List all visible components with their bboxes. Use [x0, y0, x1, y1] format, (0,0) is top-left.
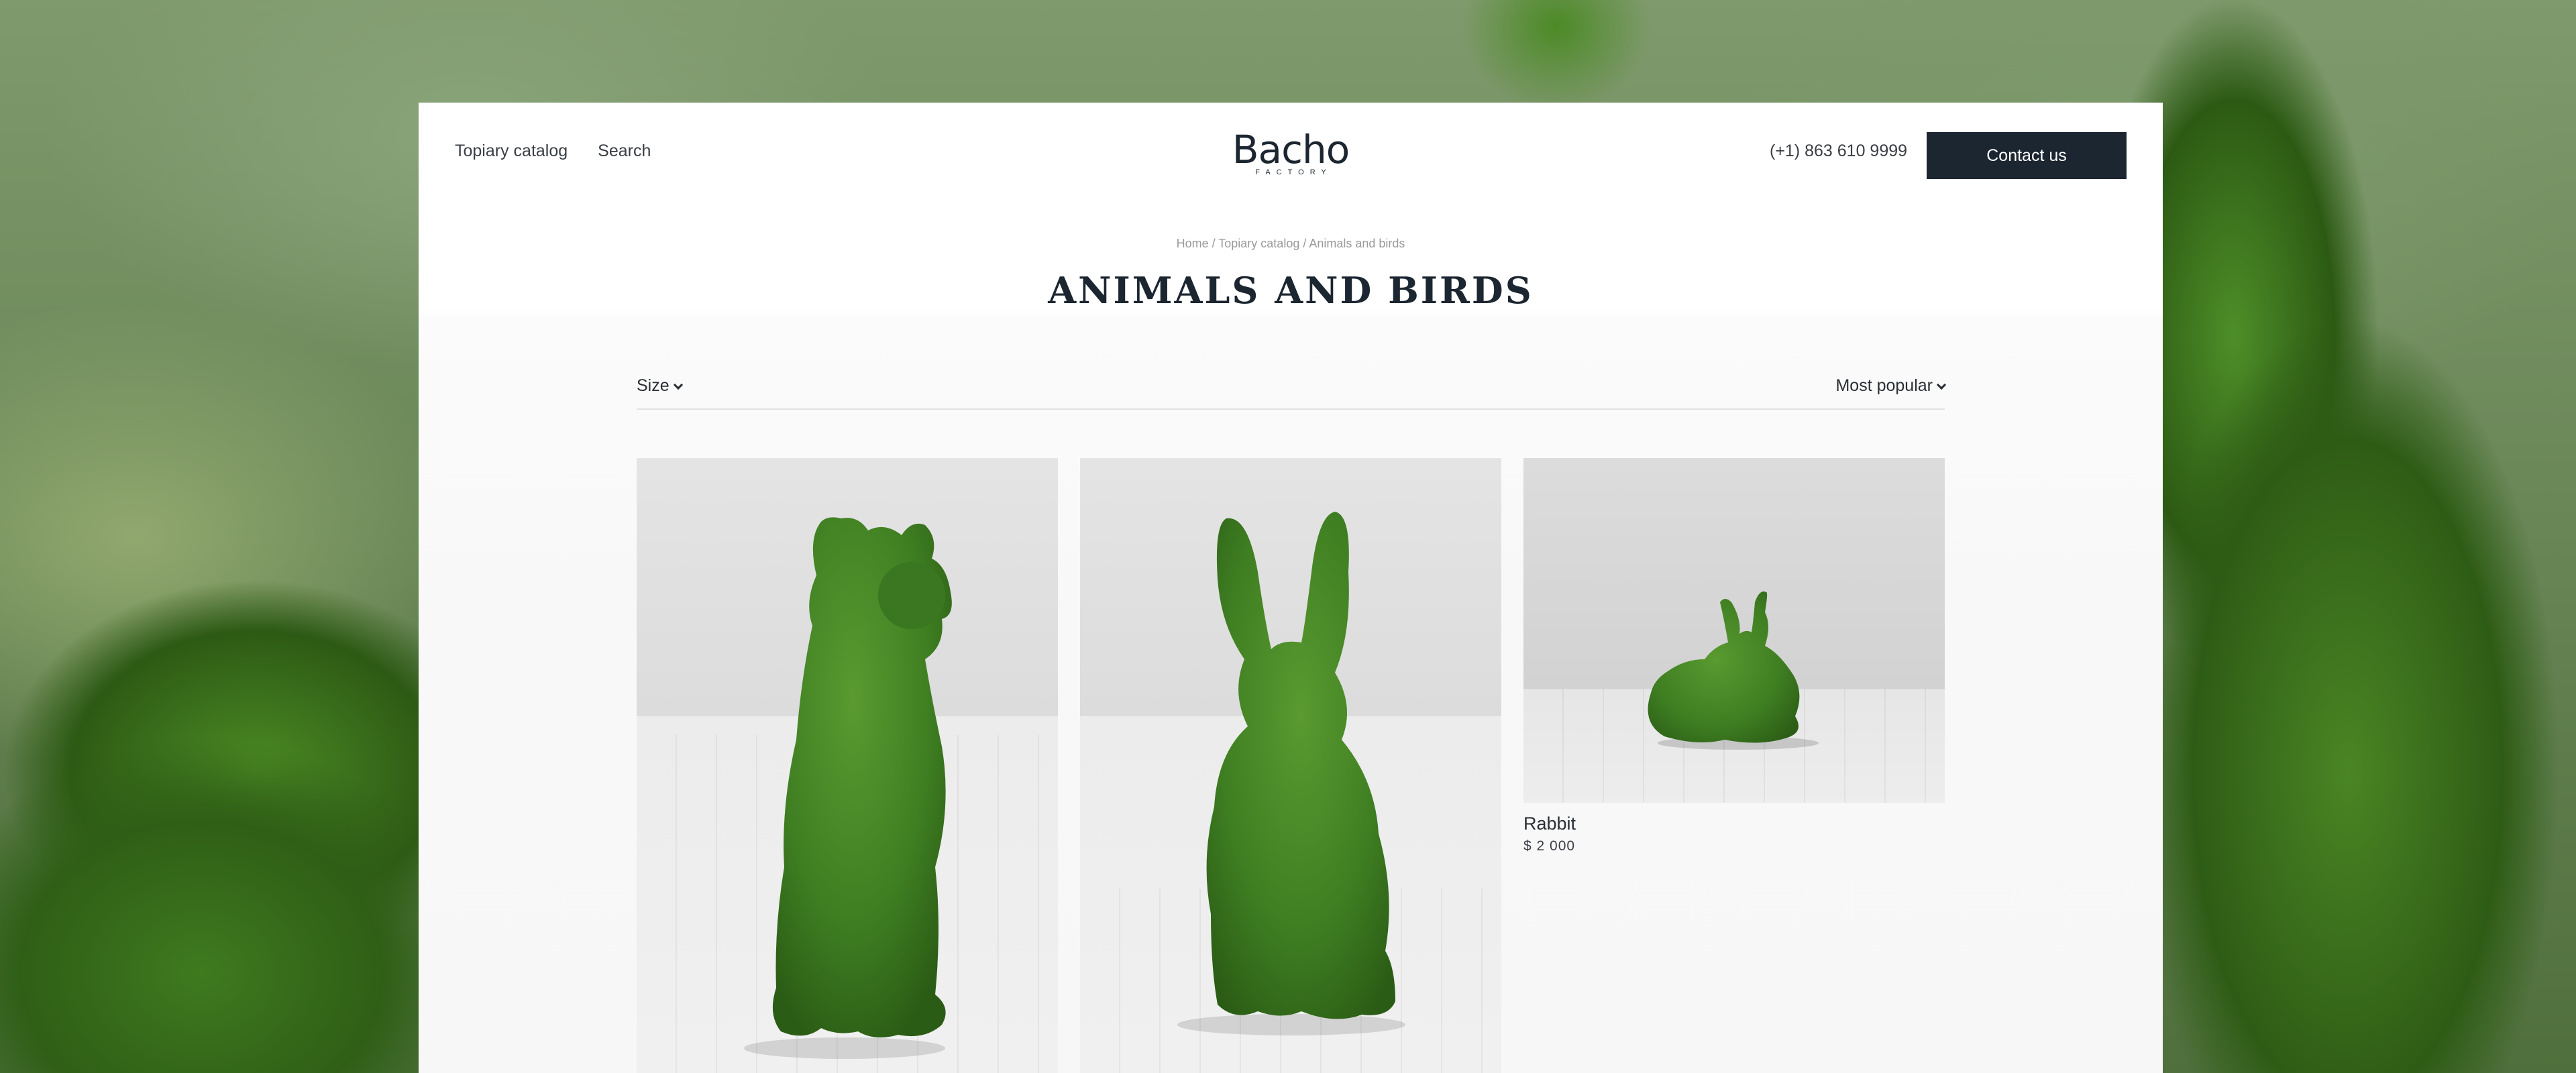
site-header: Topiary catalog Search Bacho FACTORY (+1…	[419, 103, 2163, 210]
contact-us-button[interactable]: Contact us	[1927, 132, 2127, 179]
filter-bar: Size Most popular	[637, 376, 1947, 410]
product-price: $ 2 000	[1523, 838, 1576, 854]
sort-label: Most popular	[1835, 376, 1933, 395]
breadcrumb[interactable]: Home / Topiary catalog / Animals and bir…	[419, 237, 2163, 251]
product-image[interactable]	[1080, 458, 1501, 1073]
size-filter-dropdown[interactable]: Size	[637, 376, 683, 396]
product-card-rabbit[interactable]: Rabbit $ 2 000	[1523, 458, 1945, 854]
logo-name: Bacho	[1232, 127, 1350, 172]
product-name[interactable]: Rabbit	[1523, 813, 1945, 834]
product-grid: Rabbit $ 2 000	[637, 458, 1945, 1073]
chevron-down-icon	[1936, 380, 1947, 390]
product-card-rabbit-upright[interactable]	[1080, 458, 1501, 1073]
size-filter-label: Size	[637, 376, 669, 395]
topiary-rabbit-upright-image	[1177, 512, 1405, 1035]
chevron-down-icon	[673, 380, 683, 390]
main-nav: Topiary catalog Search	[455, 142, 651, 161]
product-card-dog[interactable]	[637, 458, 1058, 1073]
nav-search[interactable]: Search	[598, 142, 651, 161]
topiary-rabbit-lying-image	[1648, 591, 1819, 750]
logo[interactable]: Bacho FACTORY	[1230, 129, 1351, 176]
nav-topiary-catalog[interactable]: Topiary catalog	[455, 142, 568, 161]
phone-number[interactable]: (+1) 863 610 9999	[1770, 142, 1907, 161]
sort-dropdown[interactable]: Most popular	[1835, 376, 1947, 396]
page-card: Topiary catalog Search Bacho FACTORY (+1…	[419, 103, 2163, 1073]
product-image[interactable]	[1523, 458, 1945, 803]
topiary-dog-image	[744, 517, 952, 1059]
product-image[interactable]	[637, 458, 1058, 1073]
page-title: ANIMALS AND BIRDS	[1048, 269, 1534, 312]
